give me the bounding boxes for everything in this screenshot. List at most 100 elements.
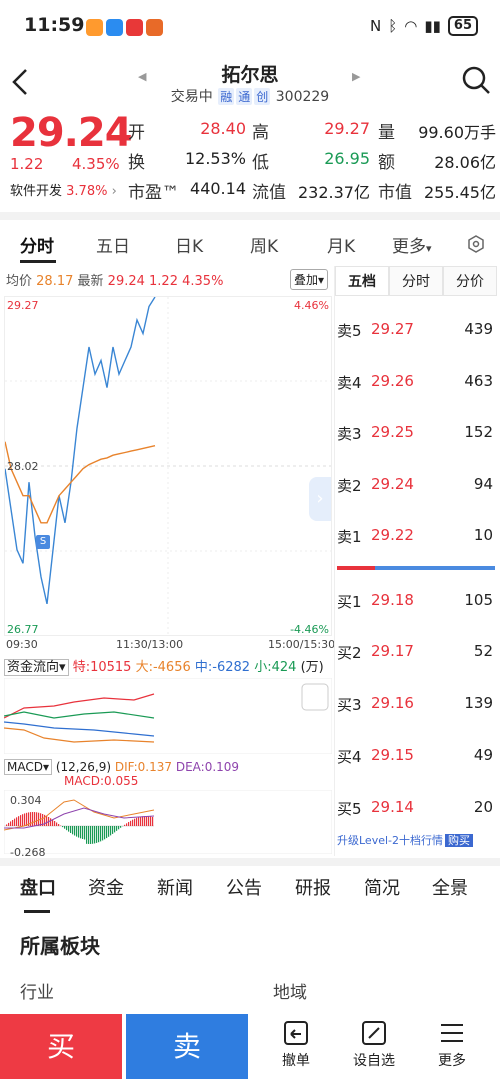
tab-five-day[interactable]: 五日: [96, 232, 130, 257]
sector-link[interactable]: 软件开发 3.78% ›: [10, 180, 117, 199]
tab-monthly-k[interactable]: 月K: [327, 232, 355, 257]
macd-bar: [56, 822, 58, 826]
macd-chart[interactable]: [4, 790, 332, 854]
bid-label: 买4: [337, 748, 362, 766]
market-cap-label: 市值: [378, 183, 412, 203]
macd-bar: [70, 826, 72, 834]
tab-announcements[interactable]: 公告: [226, 874, 262, 900]
macd-dea: DEA:0.109: [175, 760, 240, 774]
level2-buy-button[interactable]: 购买: [445, 834, 474, 847]
float-cap-label: 流值: [252, 183, 286, 203]
pct-top-label: 4.46%: [294, 299, 329, 312]
active-tab-indicator: [20, 260, 56, 263]
tab-research[interactable]: 研报: [295, 874, 331, 900]
tab-news[interactable]: 新闻: [157, 874, 193, 900]
action-bar: 买 卖 撤单 设自选 更多: [0, 1014, 500, 1079]
signal-icon: ▮▮: [424, 17, 441, 35]
macd-bar: [120, 826, 122, 828]
ask-label: 卖2: [337, 477, 362, 495]
macd-bar: [112, 826, 114, 834]
quote-panel: 29.24 1.22 4.35% 软件开发 3.78% › 开 28.40 高 2…: [0, 110, 500, 206]
macd-histogram: [6, 812, 154, 844]
ask-price: 29.25: [371, 423, 414, 441]
flow-large-line: [4, 727, 155, 743]
tab-more-label: 更多: [392, 237, 426, 257]
search-icon[interactable]: [460, 64, 492, 96]
tab-order-info[interactable]: 盘口: [20, 874, 56, 900]
low-label: 低: [252, 153, 269, 173]
tab-price-volume[interactable]: 分价: [443, 266, 497, 296]
macd-params: (12,26,9): [55, 760, 112, 774]
macd-bar: [72, 826, 74, 835]
bid-volume: 139: [464, 694, 493, 712]
tab-ticks[interactable]: 分时: [389, 266, 443, 296]
macd-bar: [10, 821, 12, 826]
tab-five-levels[interactable]: 五档: [335, 266, 389, 296]
more-button[interactable]: 更多: [412, 1020, 492, 1070]
tab-funds[interactable]: 资金: [88, 874, 124, 900]
amount-label: 额: [378, 153, 395, 173]
price-chart[interactable]: 29.27 28.02 26.77 4.46% -4.46% S ›: [4, 296, 332, 636]
macd-bar: [130, 820, 132, 826]
flow-medium-label: 中:: [194, 660, 213, 675]
fullscreen-icon[interactable]: [301, 683, 329, 711]
ask-volume: 94: [473, 475, 493, 493]
buy-button[interactable]: 买: [0, 1014, 122, 1079]
avg-value: 28.17: [36, 274, 74, 289]
macd-bar: [100, 826, 102, 842]
pe-label: 市盈™: [128, 183, 179, 203]
app-notification-icon: [126, 19, 143, 36]
flow-small-value: 424: [271, 660, 297, 675]
pct-bot-label: -4.46%: [290, 623, 329, 636]
ask-label: 卖5: [337, 322, 362, 340]
region-label[interactable]: 地域: [273, 978, 307, 1003]
change-percent: 4.35%: [72, 155, 120, 173]
macd-bar: [118, 826, 120, 830]
macd-bar: [96, 826, 98, 843]
stock-subtitle: 交易中 融通创 300229: [0, 86, 500, 106]
ask-volume: 152: [464, 423, 493, 441]
tab-weekly-k[interactable]: 周K: [250, 232, 278, 257]
macd-selector[interactable]: MACD▾: [4, 759, 53, 775]
cancel-order-button[interactable]: 撤单: [256, 1020, 336, 1070]
level2-upgrade[interactable]: 升级Level-2十档行情 购买: [337, 832, 474, 848]
add-watchlist-button[interactable]: 设自选: [334, 1020, 414, 1070]
macd-bar: [46, 815, 48, 826]
macd-bar: [8, 822, 10, 826]
sell-marker[interactable]: S: [36, 535, 50, 549]
flow-large-label: 大:: [135, 660, 153, 675]
open-label: 开: [128, 123, 145, 143]
tab-overview[interactable]: 全景: [432, 874, 468, 900]
latest-value: 29.24: [107, 274, 145, 289]
capital-flow-selector[interactable]: 资金流向▾: [4, 659, 69, 676]
industry-label[interactable]: 行业: [20, 978, 54, 1003]
tab-daily-k[interactable]: 日K: [175, 232, 203, 257]
bid-volume: 49: [473, 746, 493, 764]
tab-profile[interactable]: 简况: [364, 874, 400, 900]
change-value: 1.22: [10, 155, 44, 173]
macd-bar: MACD▾ (12,26,9) DIF:0.137 DEA:0.109 MACD…: [4, 759, 240, 788]
price-chart-svg: [4, 296, 331, 635]
app-notification-icon: [146, 19, 163, 36]
macd-bar: [12, 819, 14, 826]
pe-value: 440.14: [190, 179, 246, 198]
menu-icon: [441, 1024, 463, 1042]
flow-medium-line: [4, 721, 155, 737]
settings-hex-icon[interactable]: [466, 234, 486, 254]
tab-intraday[interactable]: 分时: [20, 232, 54, 257]
tab-more[interactable]: 更多▾: [392, 232, 432, 257]
sell-button[interactable]: 卖: [126, 1014, 248, 1079]
macd-title: MACD: [7, 760, 43, 774]
macd-bar: [50, 818, 52, 826]
bid-price: 29.18: [371, 591, 414, 609]
macd-bar: [148, 816, 150, 826]
capital-flow-chart[interactable]: [4, 678, 332, 754]
status-time: 11:59: [24, 14, 85, 36]
macd-bar: [66, 826, 68, 831]
expand-panel-icon[interactable]: ›: [309, 477, 331, 521]
macd-bar: [142, 816, 144, 826]
overlay-button[interactable]: 叠加▾: [290, 269, 329, 290]
macd-bar: [104, 826, 106, 840]
macd-bar: [92, 826, 94, 844]
avg-label: 均价: [6, 274, 33, 289]
